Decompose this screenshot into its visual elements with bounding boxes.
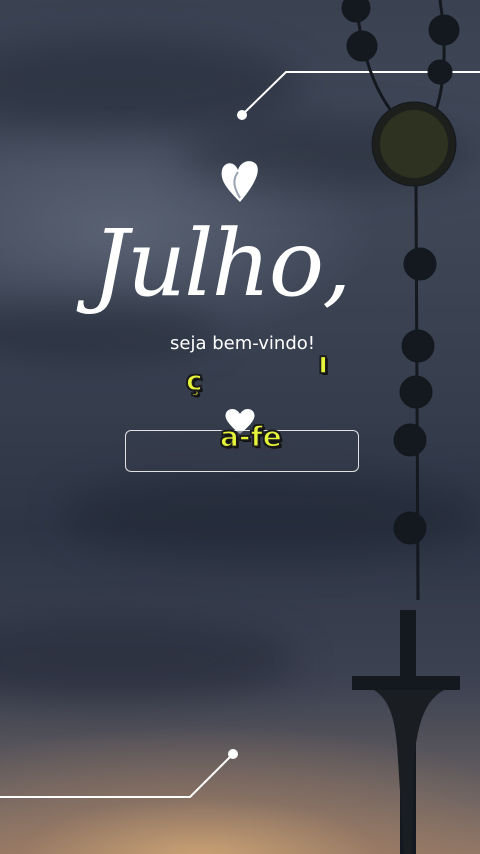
heart-icon [221,161,258,202]
story-screen: Julho, seja bem-vindo! ç ı a-fe [0,0,480,854]
caption-fragment: ı [317,345,329,382]
caption-fragment: ç [185,363,203,398]
caption-fragment: a-fe [219,419,282,454]
welcome-subtitle: seja bem-vindo! [170,333,315,354]
month-title: Julho, [92,210,351,317]
